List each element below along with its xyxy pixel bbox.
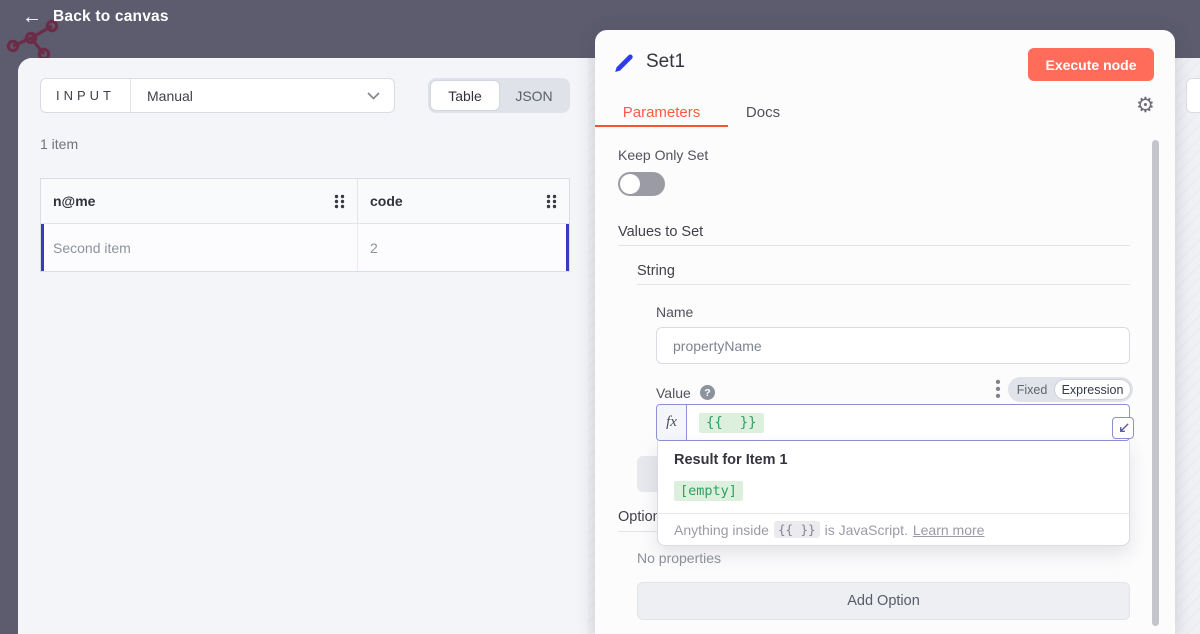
json-view-button[interactable]: JSON <box>500 80 568 111</box>
column-title: code <box>370 193 403 209</box>
back-label: Back to canvas <box>53 8 169 26</box>
values-to-set-label: Values to Set <box>618 224 703 240</box>
table-header-name[interactable]: n@me <box>41 179 357 223</box>
row-selection-bar <box>41 224 44 271</box>
back-to-canvas[interactable]: ← Back to canvas <box>22 7 169 27</box>
gear-icon[interactable]: ⚙ <box>1136 95 1155 116</box>
tab-docs[interactable]: Docs <box>740 98 786 126</box>
edit-pencil-icon[interactable] <box>612 51 636 75</box>
kebab-menu-icon[interactable]: ••• <box>992 379 1004 400</box>
table-header-row: n@me code <box>41 179 569 224</box>
hint-text: Anything inside <box>674 522 769 538</box>
preview-title: Result for Item 1 <box>674 452 788 468</box>
input-panel-label: INPUT <box>41 79 131 112</box>
output-panel-label: OUTPUT <box>1186 78 1200 113</box>
row-selection-bar <box>566 224 569 271</box>
hint-text: is JavaScript. <box>825 522 908 538</box>
input-panel <box>18 58 588 634</box>
fx-icon: fx <box>657 405 687 440</box>
learn-more-link[interactable]: Learn more <box>913 522 985 538</box>
execute-node-button[interactable]: Execute node <box>1028 48 1154 81</box>
string-section-label: String <box>637 263 675 279</box>
back-arrow-icon: ← <box>22 7 42 27</box>
panel-scrollbar[interactable] <box>1152 140 1159 626</box>
keep-only-set-label: Keep Only Set <box>618 147 708 163</box>
drag-handle-icon[interactable] <box>546 194 557 209</box>
column-title: n@me <box>53 193 95 209</box>
chevron-down-icon <box>367 79 394 112</box>
section-divider <box>618 245 1130 246</box>
expression-editor[interactable]: fx {{ }} <box>656 404 1130 441</box>
table-cell-code[interactable]: 2 <box>357 224 569 271</box>
items-count: 1 item <box>40 136 78 152</box>
expression-preview-dropdown: Result for Item 1 [empty] Anything insid… <box>657 441 1130 546</box>
input-source-select[interactable]: INPUT Manual <box>40 78 395 113</box>
input-data-table: n@me code Second item 2 <box>40 178 570 272</box>
keep-only-set-toggle[interactable] <box>618 172 665 196</box>
drag-handle-icon[interactable] <box>334 194 345 209</box>
section-divider <box>637 284 1130 285</box>
name-input[interactable] <box>656 327 1130 364</box>
node-title: Set1 <box>646 51 685 73</box>
preview-result: [empty] <box>674 481 743 501</box>
table-cell-name[interactable]: Second item <box>41 224 357 271</box>
mode-fixed-button[interactable]: Fixed <box>1010 379 1054 400</box>
no-properties-text: No properties <box>637 550 721 566</box>
help-icon[interactable]: ? <box>700 385 715 400</box>
value-mode-toggle: Fixed Expression <box>1008 377 1133 402</box>
preview-footer: Anything inside {{ }} is JavaScript. Lea… <box>658 513 1129 545</box>
add-option-button[interactable]: Add Option <box>637 582 1130 620</box>
active-tab-underline <box>595 125 728 127</box>
table-header-code[interactable]: code <box>357 179 569 223</box>
toggle-knob <box>620 174 640 194</box>
name-field-label: Name <box>656 304 693 320</box>
input-source-value: Manual <box>131 79 367 112</box>
hint-code-chip: {{ }} <box>774 521 820 538</box>
expression-value[interactable]: {{ }} <box>699 413 764 433</box>
expand-expression-icon[interactable] <box>1112 417 1134 439</box>
table-view-button[interactable]: Table <box>430 80 500 111</box>
table-row[interactable]: Second item 2 <box>41 224 569 271</box>
tab-parameters[interactable]: Parameters <box>595 98 728 126</box>
mode-expression-button[interactable]: Expression <box>1054 379 1131 400</box>
value-field-label: Value <box>656 385 691 401</box>
view-mode-toggle: Table JSON <box>428 78 570 113</box>
